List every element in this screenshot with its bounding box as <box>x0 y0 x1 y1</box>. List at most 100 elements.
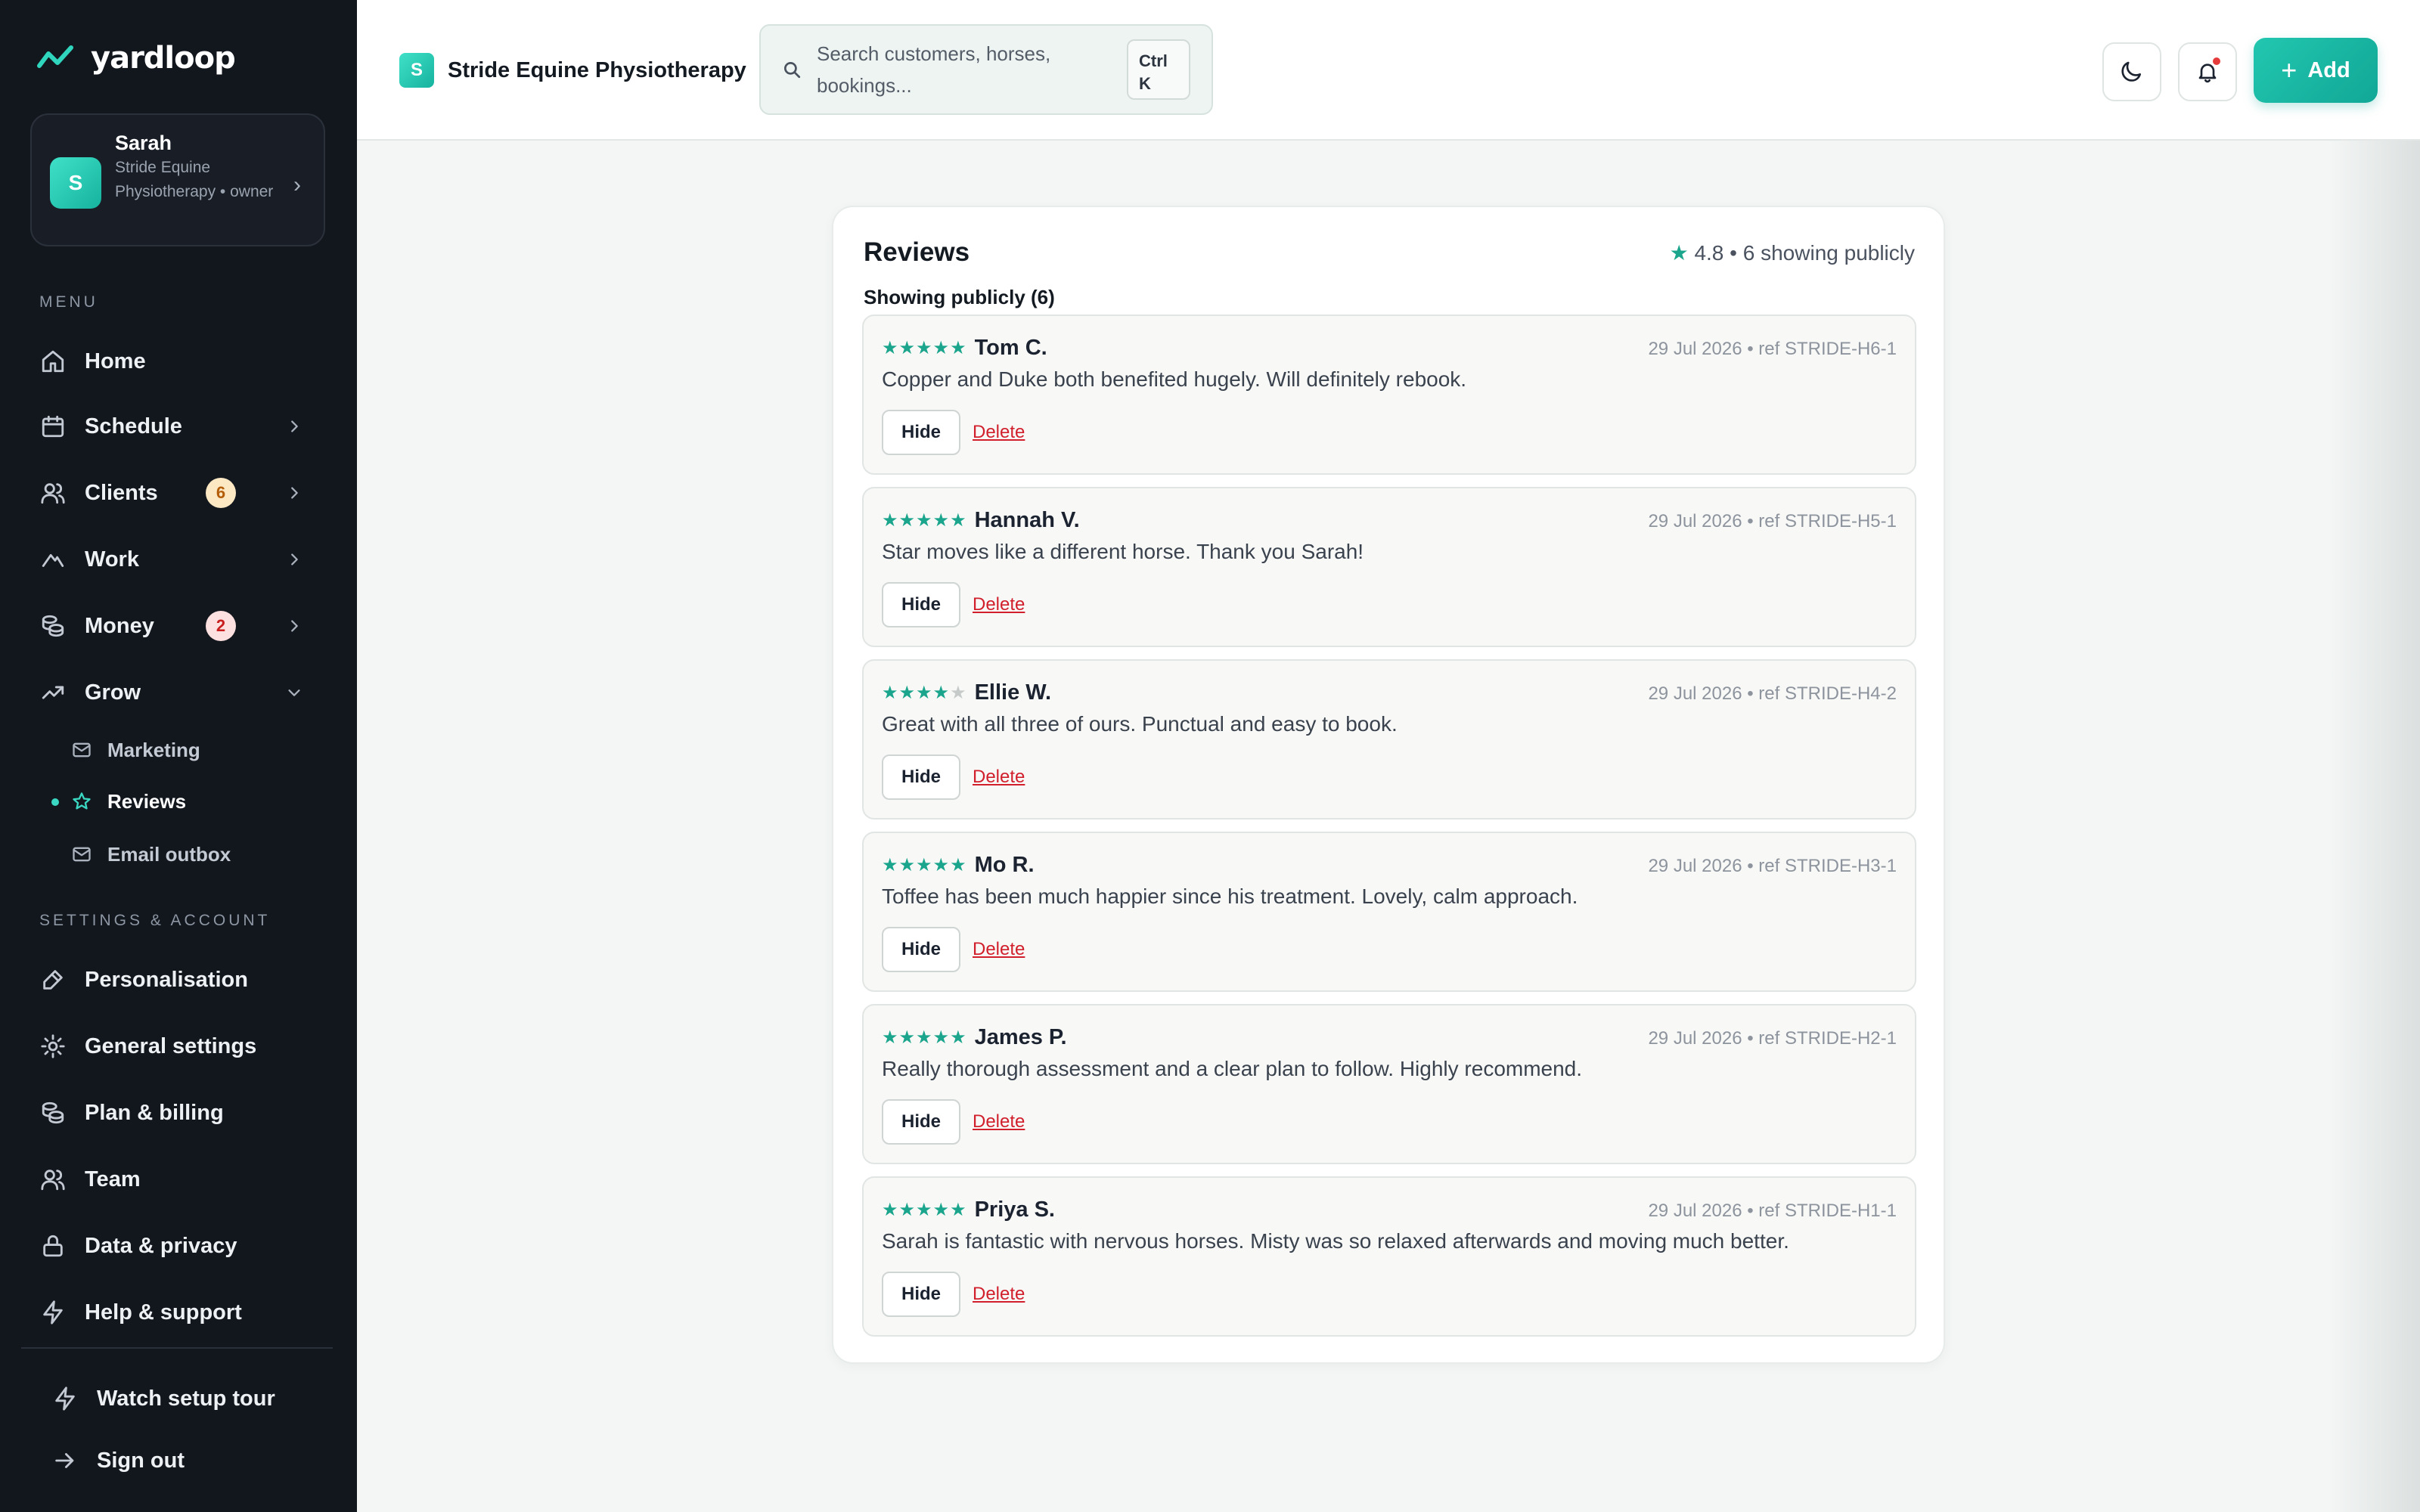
review-header: ★★★★★ Priya S. <box>882 1198 1055 1222</box>
trending-up-icon <box>38 677 68 708</box>
delete-review-link[interactable]: Delete <box>973 422 1025 443</box>
sidebar-item-help-support[interactable]: Help & support <box>38 1290 325 1335</box>
work-icon <box>38 544 68 575</box>
section-heading: Showing publicly (6) <box>864 286 1055 308</box>
reviewer-name: Hannah V. <box>974 508 1080 532</box>
star-icon: ★ <box>950 1200 967 1220</box>
add-button[interactable]: + Add <box>2254 38 2378 103</box>
sidebar-item-grow[interactable]: Grow <box>38 670 325 715</box>
page-title: Reviews <box>864 237 970 267</box>
star-icon: ★ <box>898 1200 917 1220</box>
account-subtitle: Stride Equine Physiotherapy • owner <box>115 159 274 200</box>
star-icon: ★ <box>898 1027 917 1048</box>
delete-review-link[interactable]: Delete <box>973 939 1025 960</box>
bolt-icon <box>38 1297 68 1328</box>
review-text: Great with all three of ours. Punctual a… <box>882 712 1398 736</box>
mail-icon <box>73 847 91 862</box>
brand[interactable]: yardloop <box>36 41 236 76</box>
lock-icon <box>38 1231 68 1261</box>
delete-review-link[interactable]: Delete <box>973 594 1025 615</box>
account-switcher[interactable]: S Sarah Stride Equine Physiotherapy • ow… <box>30 113 325 246</box>
sidebar-item-clients[interactable]: Clients 6 <box>38 470 325 516</box>
bolt-icon <box>50 1383 80 1414</box>
reviews-card: Reviews ★ 4.8 • 6 showing publicly Showi… <box>832 206 1945 1364</box>
star-icon: ★ <box>882 855 899 875</box>
star-icon: ★ <box>882 338 899 358</box>
business-switcher[interactable]: S Stride Equine Physiotherapy <box>399 53 746 88</box>
star-icon: ★ <box>932 855 951 875</box>
review-item: ★★★★★ Tom C. 29 Jul 2026 • ref STRIDE-H6-1… <box>862 314 1916 475</box>
sidebar-item-money[interactable]: Money 2 <box>38 603 325 649</box>
money-icon <box>38 611 68 641</box>
review-text: Star moves like a different horse. Thank… <box>882 540 1364 563</box>
sidebar-item-plan-billing[interactable]: Plan & billing <box>38 1090 325 1136</box>
star-rating: ★★★★★ <box>882 1027 967 1049</box>
chevron-down-icon <box>286 684 302 701</box>
sidebar-item-schedule[interactable]: Schedule <box>38 404 325 449</box>
keyboard-shortcut-hint: Ctrl K <box>1127 39 1190 100</box>
sidebar-item-label: Work <box>85 547 139 572</box>
review-text: Copper and Duke both benefited hugely. W… <box>882 367 1467 391</box>
star-icon: ★ <box>898 338 917 358</box>
star-icon: ★ <box>916 1200 933 1220</box>
search-input[interactable]: Search customers, horses, bookings... Ct… <box>759 24 1213 115</box>
chevron-right-icon <box>286 485 302 501</box>
delete-review-link[interactable]: Delete <box>973 767 1025 788</box>
top-bar: S Stride Equine Physiotherapy Search cus… <box>357 0 2420 141</box>
hide-review-button[interactable]: Hide <box>882 754 960 800</box>
hide-review-button[interactable]: Hide <box>882 410 960 455</box>
sidebar-item-data-privacy[interactable]: Data & privacy <box>38 1223 325 1269</box>
chevron-right-icon: › <box>293 172 301 197</box>
delete-review-link[interactable]: Delete <box>973 1111 1025 1132</box>
star-icon: ★ <box>950 1027 967 1048</box>
sidebar-subitem-email-outbox[interactable]: Email outbox <box>71 838 231 871</box>
public-count: • 6 showing publicly <box>1730 241 1915 265</box>
review-item: ★★★★★ Priya S. 29 Jul 2026 • ref STRIDE-H1… <box>862 1176 1916 1337</box>
hide-review-button[interactable]: Hide <box>882 1099 960 1145</box>
rating-summary: ★ 4.8 • 6 showing publicly <box>1670 240 1915 265</box>
star-icon: ★ <box>898 683 917 703</box>
hide-review-button[interactable]: Hide <box>882 582 960 627</box>
sidebar-item-label: Plan & billing <box>85 1100 224 1125</box>
sidebar-item-work[interactable]: Work <box>38 537 325 582</box>
team-icon <box>38 1164 68 1194</box>
brand-name: yardloop <box>91 41 236 76</box>
star-icon: ★ <box>1669 241 1689 265</box>
sign-out-button[interactable]: Sign out <box>50 1438 337 1483</box>
account-name: Sarah <box>115 132 172 154</box>
sidebar-item-label: Home <box>85 349 146 373</box>
star-icon: ★ <box>950 855 967 875</box>
edge-shadow <box>2329 141 2420 1512</box>
star-icon: ★ <box>932 1027 951 1048</box>
star-rating: ★★★★★ <box>882 854 967 876</box>
review-header: ★★★★★ Mo R. <box>882 853 1035 878</box>
sidebar-item-general-settings[interactable]: General settings <box>38 1024 325 1069</box>
hide-review-button[interactable]: Hide <box>882 1272 960 1317</box>
star-icon: ★ <box>898 855 917 875</box>
chevron-right-icon <box>286 618 302 634</box>
chevron-right-icon <box>286 551 302 568</box>
watch-setup-tour-button[interactable]: Watch setup tour <box>50 1376 337 1421</box>
star-icon: ★ <box>882 683 899 703</box>
sidebar-item-team[interactable]: Team <box>38 1157 325 1202</box>
review-header: ★★★★★ Ellie W. <box>882 680 1051 705</box>
star-icon: ★ <box>950 338 967 358</box>
review-item: ★★★★★ Ellie W. 29 Jul 2026 • ref STRIDE-H4… <box>862 659 1916 820</box>
delete-review-link[interactable]: Delete <box>973 1284 1025 1305</box>
sidebar-subitem-marketing[interactable]: Marketing <box>71 733 200 767</box>
sidebar-subitem-reviews[interactable]: Reviews <box>51 785 187 818</box>
review-actions: Hide Delete <box>882 1099 1025 1145</box>
hide-review-button[interactable]: Hide <box>882 927 960 972</box>
review-text: Really thorough assessment and a clear p… <box>882 1057 1583 1080</box>
brand-logo-icon <box>37 45 73 68</box>
search-placeholder: Search customers, horses, bookings... <box>817 42 1051 97</box>
menu-section-label: MENU <box>39 293 98 311</box>
sidebar-item-label: Watch setup tour <box>97 1386 275 1411</box>
theme-toggle-button[interactable] <box>2102 42 2161 101</box>
sidebar-subitem-label: Reviews <box>107 789 187 813</box>
star-icon: ★ <box>932 683 951 703</box>
sidebar-item-home[interactable]: Home <box>38 339 325 384</box>
sidebar-item-personalisation[interactable]: Personalisation <box>38 957 325 1002</box>
notifications-button[interactable] <box>2178 42 2237 101</box>
sidebar-divider <box>21 1347 333 1349</box>
